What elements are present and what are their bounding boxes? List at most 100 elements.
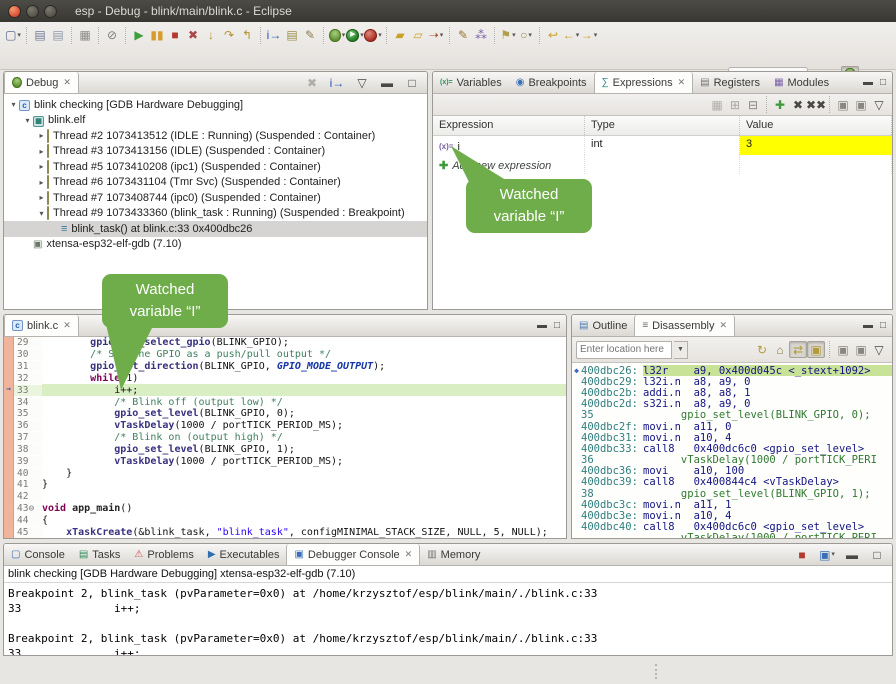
code-line[interactable]: 31 gpio_set_direction(BLINK_GPIO, GPIO_M… (4, 361, 566, 373)
disassembly-line[interactable]: 36 vTaskDelay(1000 / portTICK_PERI (572, 455, 892, 466)
expander-icon[interactable]: ▸ (36, 147, 47, 156)
close-icon[interactable]: ✕ (405, 549, 413, 560)
close-icon[interactable]: ✕ (63, 77, 71, 88)
next-annotation-icon[interactable]: ○▾ (517, 27, 535, 44)
expander-icon[interactable]: ▾ (8, 100, 19, 109)
last-edit-location-icon[interactable]: ↩ (544, 27, 562, 44)
view-menu-icon[interactable]: ▽ (353, 74, 371, 91)
code-line[interactable]: 35 gpio_set_level(BLINK_GPIO, 0); (4, 408, 566, 420)
code-line[interactable]: 39 vTaskDelay(1000 / portTICK_PERIOD_MS)… (4, 455, 566, 467)
code-line[interactable]: →33 i++; (4, 384, 566, 396)
new-wizard-icon[interactable]: ▢▾ (4, 27, 22, 44)
disassembly-line[interactable]: 400dbc40:call8 0x400dc6c0 <gpio_set_leve… (572, 522, 892, 533)
suspend-icon[interactable]: ▮▮ (148, 27, 166, 44)
run-icon[interactable]: ▾ (346, 27, 364, 44)
expander-icon[interactable]: ▸ (36, 178, 47, 187)
terminate-icon[interactable]: ■ (166, 27, 184, 44)
disconnect-icon[interactable]: ✖ (184, 27, 202, 44)
minimize-icon[interactable]: ▬ (863, 77, 873, 88)
close-icon[interactable]: ✕ (63, 320, 71, 331)
tab-modules[interactable]: ▦Modules (767, 72, 836, 93)
close-icon[interactable]: ✕ (720, 320, 728, 331)
expander-icon[interactable]: ▸ (36, 162, 47, 171)
save-icon[interactable]: ▤ (31, 27, 49, 44)
console-output[interactable]: Breakpoint 2, blink_task (pvParameter=0x… (4, 583, 892, 656)
code-line[interactable]: 38 gpio_set_level(BLINK_GPIO, 1); (4, 443, 566, 455)
breakpoint-action-icon[interactable]: ✎ (301, 27, 319, 44)
step-into-icon[interactable]: ↓ (202, 27, 220, 44)
minimize-icon[interactable]: ▬ (863, 320, 873, 331)
home-location-icon[interactable]: ⌂ (771, 341, 789, 358)
show-type-names-icon[interactable]: ▦ (708, 96, 726, 113)
instruction-stepping-mode-icon[interactable]: i→ (328, 74, 346, 91)
expression-value-cell[interactable]: 3 (740, 136, 892, 155)
disassembly-line[interactable]: 400dbc31:movi.n a10, 4 (572, 432, 892, 443)
location-input[interactable] (576, 341, 672, 359)
debug-icon[interactable]: ▾ (328, 27, 346, 44)
disassembly-line[interactable]: 400dbc39:call8 0x400844c4 <vTaskDelay> (572, 477, 892, 488)
tab-breakpoints[interactable]: ◉Breakpoints (509, 72, 594, 93)
tab-executables[interactable]: ▶Executables (201, 544, 287, 565)
maximize-icon[interactable]: □ (554, 320, 560, 331)
code-line[interactable]: 42 (4, 491, 566, 503)
profile-tools-icon[interactable]: ⁂ (472, 27, 490, 44)
refresh-view-icon[interactable]: ↻ (753, 341, 771, 358)
sync-with-stepping-icon[interactable]: ⇄ (789, 341, 807, 358)
view-menu-icon[interactable]: ▽ (870, 96, 888, 113)
code-line[interactable]: 32 while(1) (4, 372, 566, 384)
collapse-all-icon[interactable]: ⊟ (744, 96, 762, 113)
terminate-console-icon[interactable]: ■ (793, 546, 811, 563)
code-line[interactable]: 40 } (4, 467, 566, 479)
new-disassembly-view-icon[interactable]: ▣ (834, 341, 852, 358)
maximize-icon[interactable]: □ (868, 546, 886, 563)
debug-tree-item[interactable]: ▾cblink checking [GDB Hardware Debugging… (4, 97, 427, 113)
pin-view-icon[interactable]: ▣ (852, 341, 870, 358)
code-editor[interactable]: 29 gpio_pad_select_gpio(BLINK_GPIO);30 /… (4, 337, 566, 538)
debug-tree-item[interactable]: ▸Thread #2 1073413512 (IDLE : Running) (… (4, 128, 427, 144)
disassembly-line[interactable]: 400dbc36:movi a10, 100 (572, 466, 892, 477)
disassembly-line[interactable]: 400dbc33:call8 0x400dc6c0 <gpio_set_leve… (572, 443, 892, 454)
remove-all-expressions-icon[interactable]: ✖✖ (807, 96, 825, 113)
code-line[interactable]: 37 /* Blink on (output high) */ (4, 432, 566, 444)
instruction-stepping-icon[interactable]: i→ (265, 27, 283, 44)
tab-debugger-console[interactable]: ▣Debugger Console✕ (286, 544, 420, 565)
expander-icon[interactable]: ▾ (22, 116, 33, 125)
save-all-icon[interactable]: ▤ (49, 27, 67, 44)
back-icon[interactable]: ←▾ (562, 27, 580, 44)
code-line[interactable]: 29 gpio_pad_select_gpio(BLINK_GPIO); (4, 337, 566, 349)
column-type[interactable]: Type (585, 116, 740, 135)
tab-debug[interactable]: Debug ✕ (4, 72, 79, 93)
pin-view-icon[interactable]: ▣ (852, 96, 870, 113)
window-close-button[interactable] (8, 5, 21, 18)
maximize-icon[interactable]: □ (403, 74, 421, 91)
disassembly-listing[interactable]: ◆400dbc26:l32r a9, 0x400d045c <_stext+10… (572, 363, 892, 538)
external-tools-icon[interactable]: ➝▾ (427, 27, 445, 44)
maximize-icon[interactable]: □ (880, 77, 886, 88)
tab-expressions[interactable]: ∑Expressions✕ (594, 72, 694, 93)
code-line[interactable]: 43⊖void app_main() (4, 503, 566, 515)
import-project-icon[interactable]: ▱ (409, 27, 427, 44)
remove-expression-icon[interactable]: ✖ (789, 96, 807, 113)
pin-annotation-icon[interactable]: ⚑▾ (499, 27, 517, 44)
show-source-icon[interactable]: ▣ (807, 341, 825, 358)
tab-blink-c[interactable]: c blink.c ✕ (4, 315, 79, 336)
tab-tasks[interactable]: ▤Tasks (72, 544, 128, 565)
build-icon[interactable]: ▦ (76, 27, 94, 44)
minimize-icon[interactable]: ▬ (843, 546, 861, 563)
expander-icon[interactable]: ▸ (36, 131, 47, 140)
column-expression[interactable]: Expression (433, 116, 585, 135)
maximize-icon[interactable]: □ (880, 320, 886, 331)
disassembly-line[interactable]: 400dbc2d:s32i.n a8, a9, 0 (572, 399, 892, 410)
window-maximize-button[interactable] (44, 5, 57, 18)
code-line[interactable]: 36 vTaskDelay(1000 / portTICK_PERIOD_MS)… (4, 420, 566, 432)
debug-tree-item[interactable]: ▾▦blink.elf (4, 113, 427, 129)
expander-icon[interactable]: ▾ (36, 209, 47, 218)
view-menu-icon[interactable]: ▽ (870, 341, 888, 358)
tab-variables[interactable]: (x)=Variables (433, 72, 509, 93)
column-value[interactable]: Value (740, 116, 892, 135)
disassembly-line[interactable]: vTaskDelay(1000 / portTICK_PERI (572, 533, 892, 538)
disassembly-line[interactable]: 400dbc2f:movi.n a11, 0 (572, 421, 892, 432)
memory-view-icon[interactable]: ▤ (283, 27, 301, 44)
disassembly-line[interactable]: ◆400dbc26:l32r a9, 0x400d045c <_stext+10… (572, 365, 892, 376)
tab-disassembly[interactable]: ≡Disassembly✕ (634, 315, 735, 336)
